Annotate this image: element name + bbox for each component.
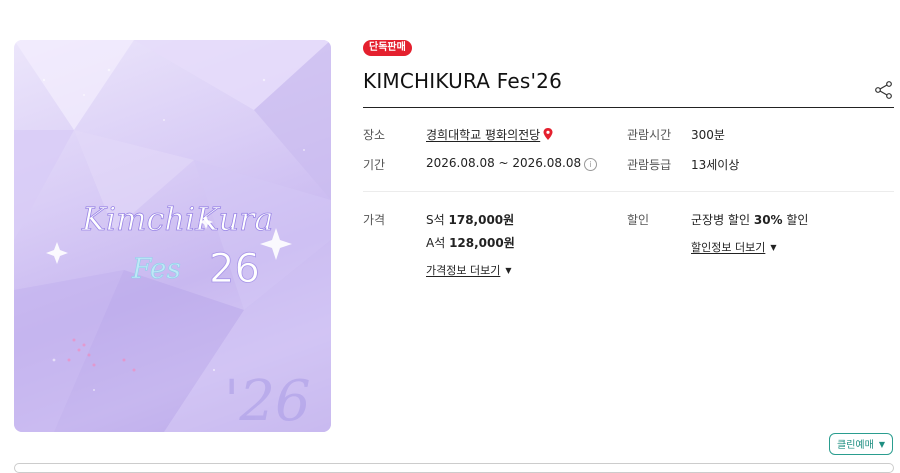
share-icon[interactable] [874,80,894,100]
caret-down-icon: ▼ [878,440,885,449]
discount-rate: 30% [753,213,783,227]
price-more-label[interactable]: 가격정보 더보기 [426,264,500,277]
poster-logo-year: 26 [209,246,260,292]
bottom-panel-edge [14,463,894,473]
poster-corner-year: '26 [224,369,311,432]
caret-down-icon: ▼ [770,243,777,252]
period-row: 2026.08.08 ~ 2026.08.08 i [426,156,598,171]
seat-price: 178,000원 [448,213,515,227]
discount-more-label[interactable]: 할인정보 더보기 [691,241,765,254]
seat-price: 128,000원 [449,236,515,250]
discount-suffix: 할인 [782,213,809,227]
poster-logo-line1: KimchiKura [81,200,273,238]
poster-artwork: KimchiKura Fes 26 '26 [14,40,331,432]
caret-down-icon: ▼ [505,266,512,275]
price-item-s: S석 178,000원 [426,211,514,228]
title-divider [363,107,894,108]
runtime-value: 300분 [691,128,725,142]
discount-label: 할인 [627,213,650,227]
event-poster: KimchiKura Fes 26 '26 [14,40,331,432]
poster-logo-line2: Fes [131,252,181,285]
rating-label: 관람등급 [627,158,672,172]
price-label: 가격 [363,213,386,227]
exclusive-sale-badge: 단독판매 [363,40,412,56]
runtime-label: 관람시간 [627,128,672,142]
period-value: 2026.08.08 ~ 2026.08.08 [426,156,582,170]
info-icon[interactable]: i [584,158,598,171]
discount-text: 군장병 할인 30% 할인 [691,211,808,228]
map-pin-icon[interactable] [543,128,553,140]
venue-link[interactable]: 경희대학교 평화의전당 [426,128,540,142]
discount-prefix: 군장병 할인 [691,213,754,227]
price-item-a: A석 128,000원 [426,234,515,251]
seat-grade: A석 [426,236,446,250]
discount-more-link[interactable]: 할인정보 더보기 ▼ [691,239,777,255]
clean-booking-button[interactable]: 클린예매 ▼ [829,433,893,455]
price-more-link[interactable]: 가격정보 더보기 ▼ [426,262,512,278]
seat-grade: S석 [426,213,445,227]
period-label: 기간 [363,158,386,172]
page-title: KIMCHIKURA Fes'26 [363,69,562,93]
rating-value: 13세이상 [691,158,740,172]
venue-label: 장소 [363,128,386,142]
venue-value[interactable]: 경희대학교 평화의전당 [426,126,553,143]
section-divider [363,191,894,192]
booking-button-label[interactable]: 클린예매 [837,440,874,451]
